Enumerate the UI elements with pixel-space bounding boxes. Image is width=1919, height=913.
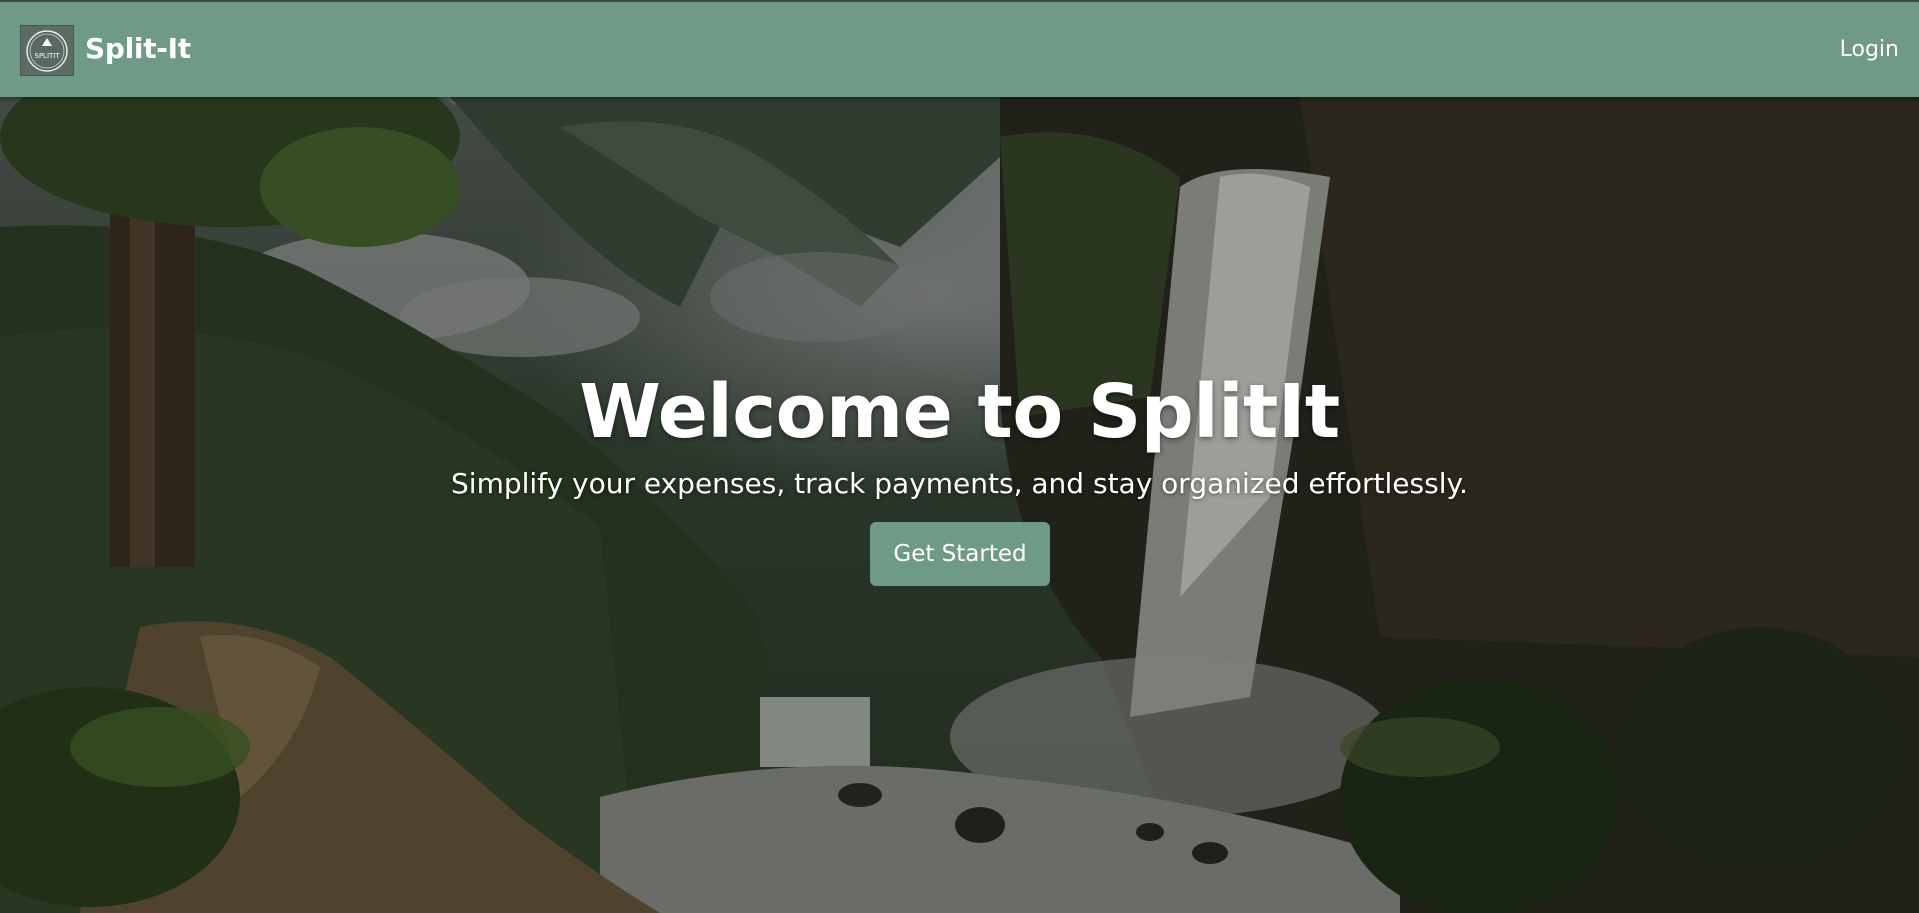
- hero-subtitle: Simplify your expenses, track payments, …: [451, 467, 1468, 500]
- hero-title: Welcome to SplitIt: [579, 369, 1340, 455]
- hero-section: Welcome to SplitIt Simplify your expense…: [0, 97, 1919, 913]
- top-navbar: SPLITIT Split-It Login: [0, 0, 1919, 97]
- get-started-button[interactable]: Get Started: [870, 522, 1050, 586]
- hero-dark-overlay: [0, 97, 1919, 913]
- login-link[interactable]: Login: [1840, 37, 1899, 62]
- brand-name[interactable]: Split-It: [85, 32, 191, 65]
- logo-text: SPLITIT: [34, 52, 60, 60]
- splitit-logo-icon[interactable]: SPLITIT: [20, 25, 74, 76]
